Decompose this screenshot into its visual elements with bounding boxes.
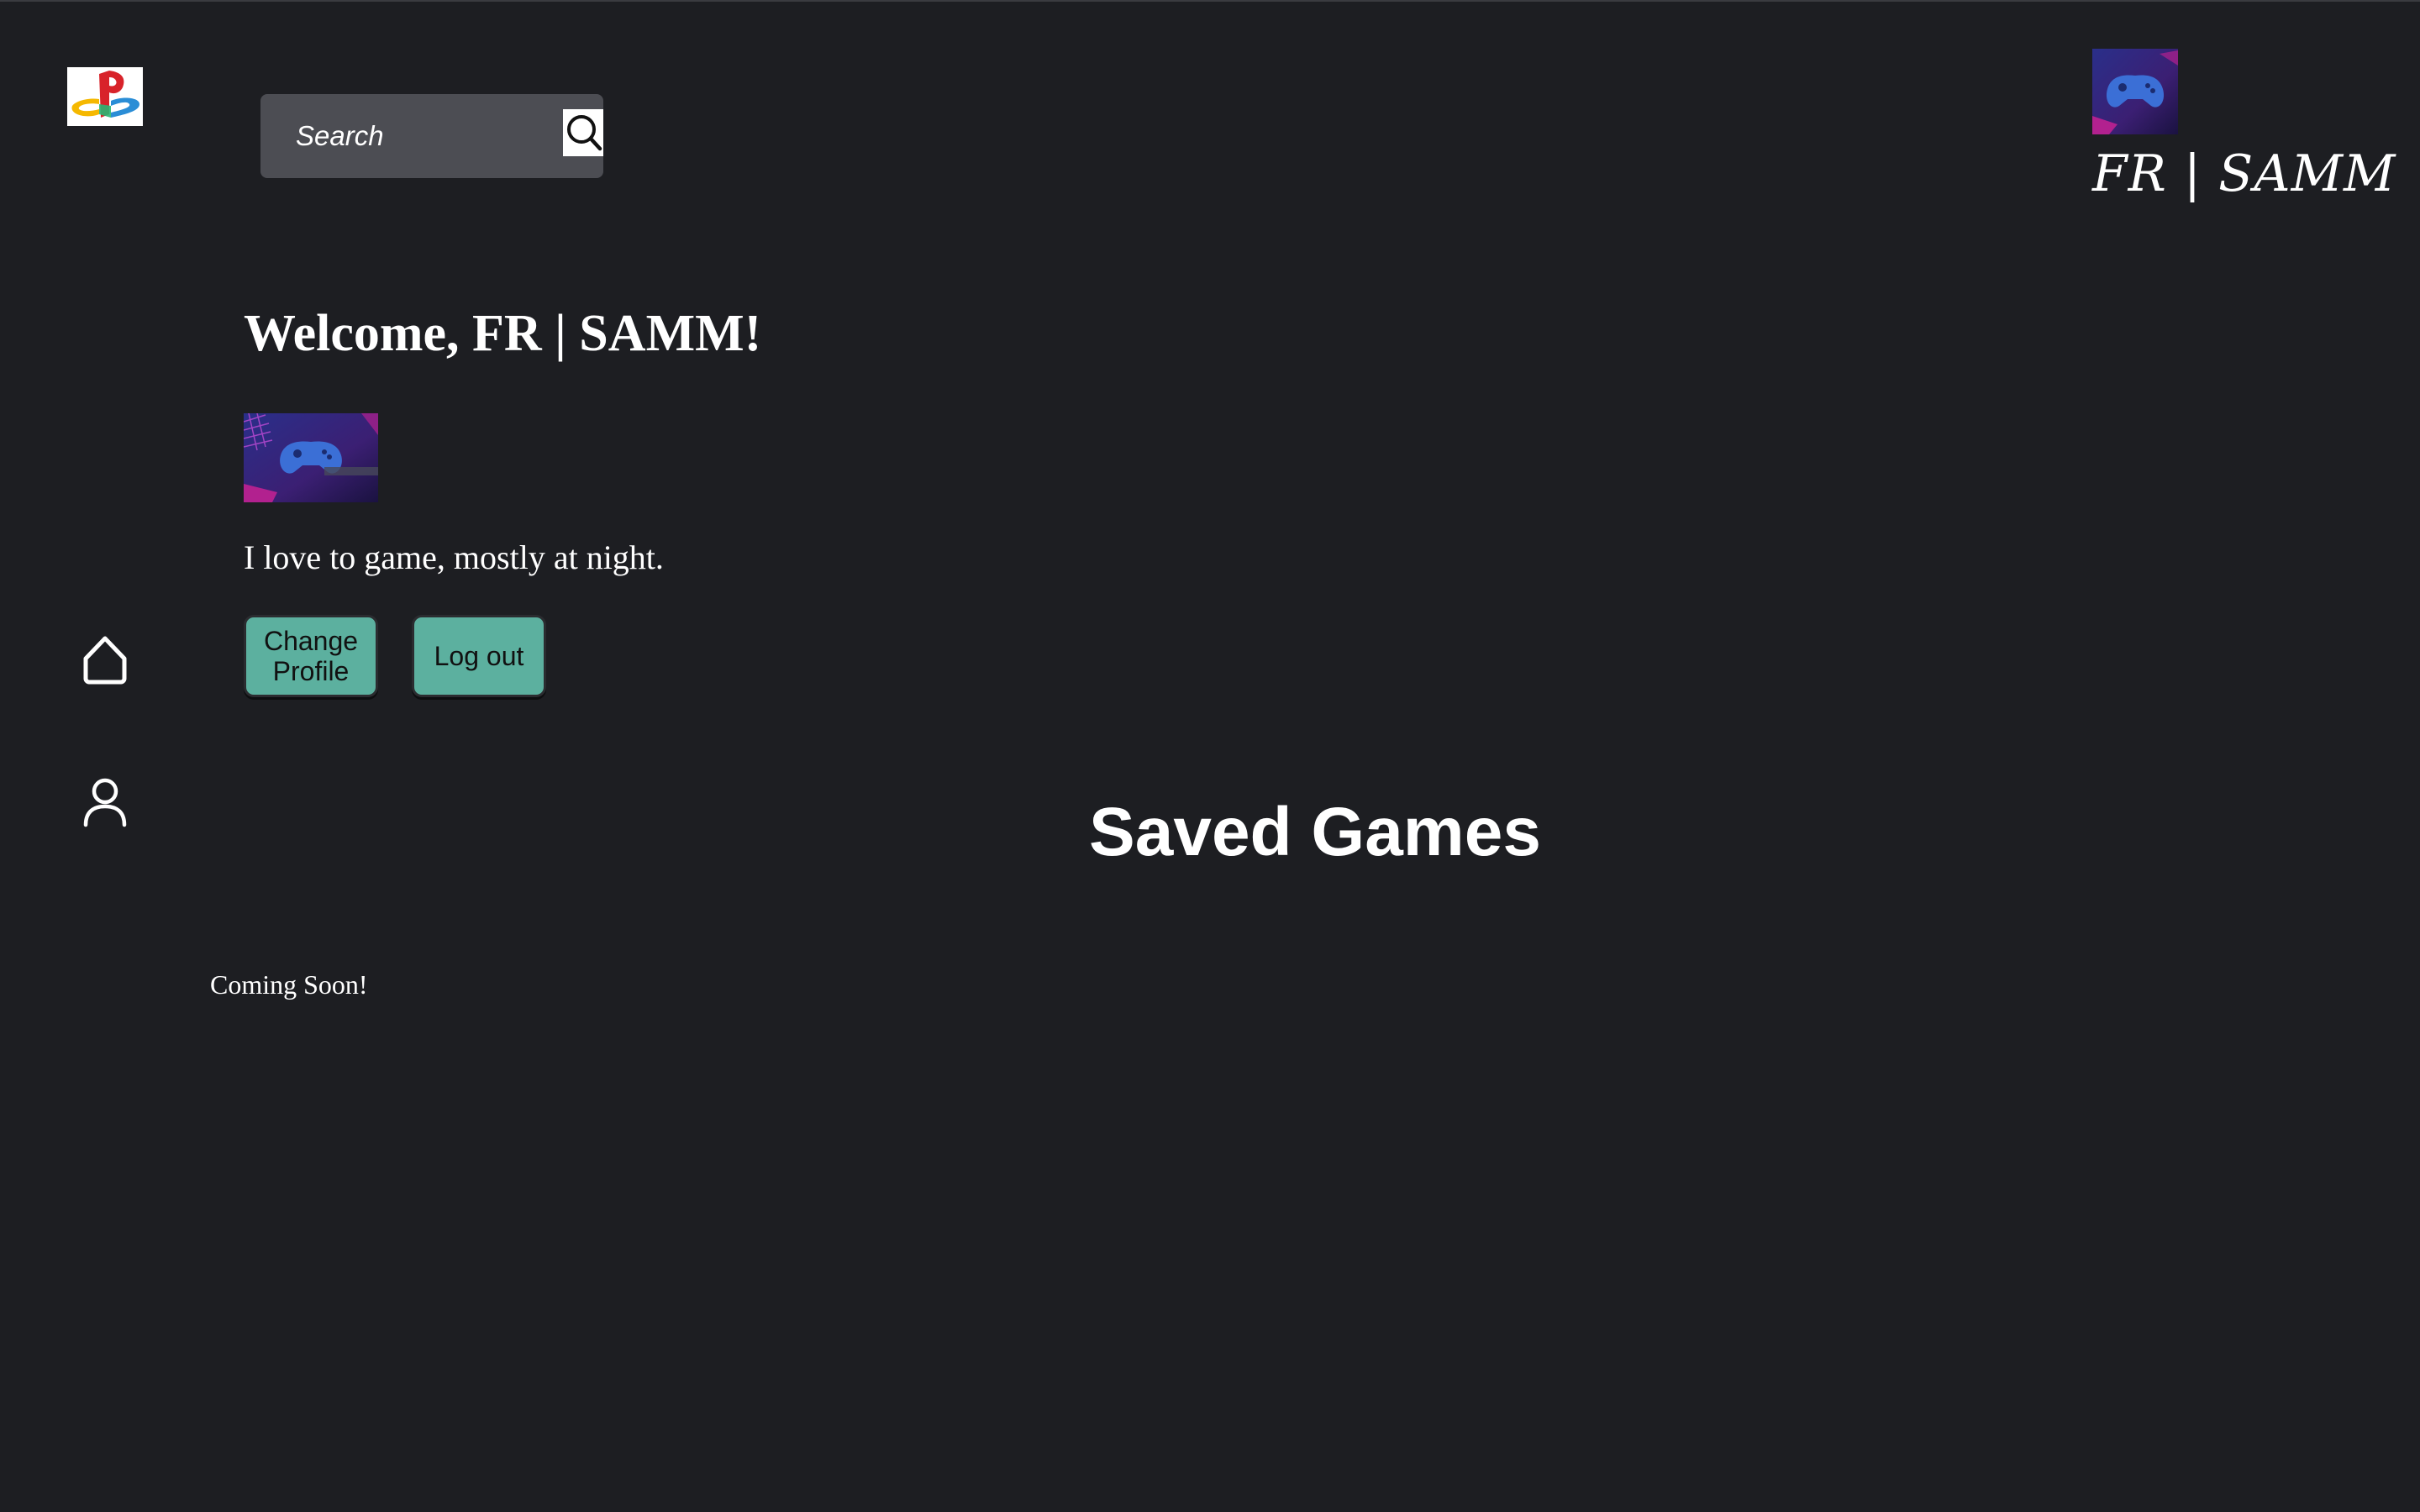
welcome-heading: Welcome, FR | SAMM!	[244, 305, 762, 362]
profile-bio: I love to game, mostly at night.	[244, 538, 664, 576]
header-profile-name[interactable]: FR | SAMM	[2092, 144, 2395, 203]
search-input[interactable]	[260, 94, 563, 178]
change-profile-button[interactable]: Change Profile	[244, 615, 378, 697]
profile-thumbnail[interactable]	[2092, 49, 2178, 134]
saved-games-heading: Saved Games	[1089, 794, 1541, 870]
search-button[interactable]	[563, 109, 603, 156]
sidebar	[0, 0, 210, 1512]
search-bar	[260, 94, 603, 178]
top-border	[0, 0, 2420, 2]
playstation-logo-icon[interactable]	[67, 67, 143, 126]
search-icon	[567, 115, 602, 151]
logout-button[interactable]: Log out	[412, 615, 546, 697]
saved-games-status: Coming Soon!	[210, 969, 368, 1000]
profile-avatar	[244, 413, 378, 502]
home-icon[interactable]	[76, 630, 134, 689]
